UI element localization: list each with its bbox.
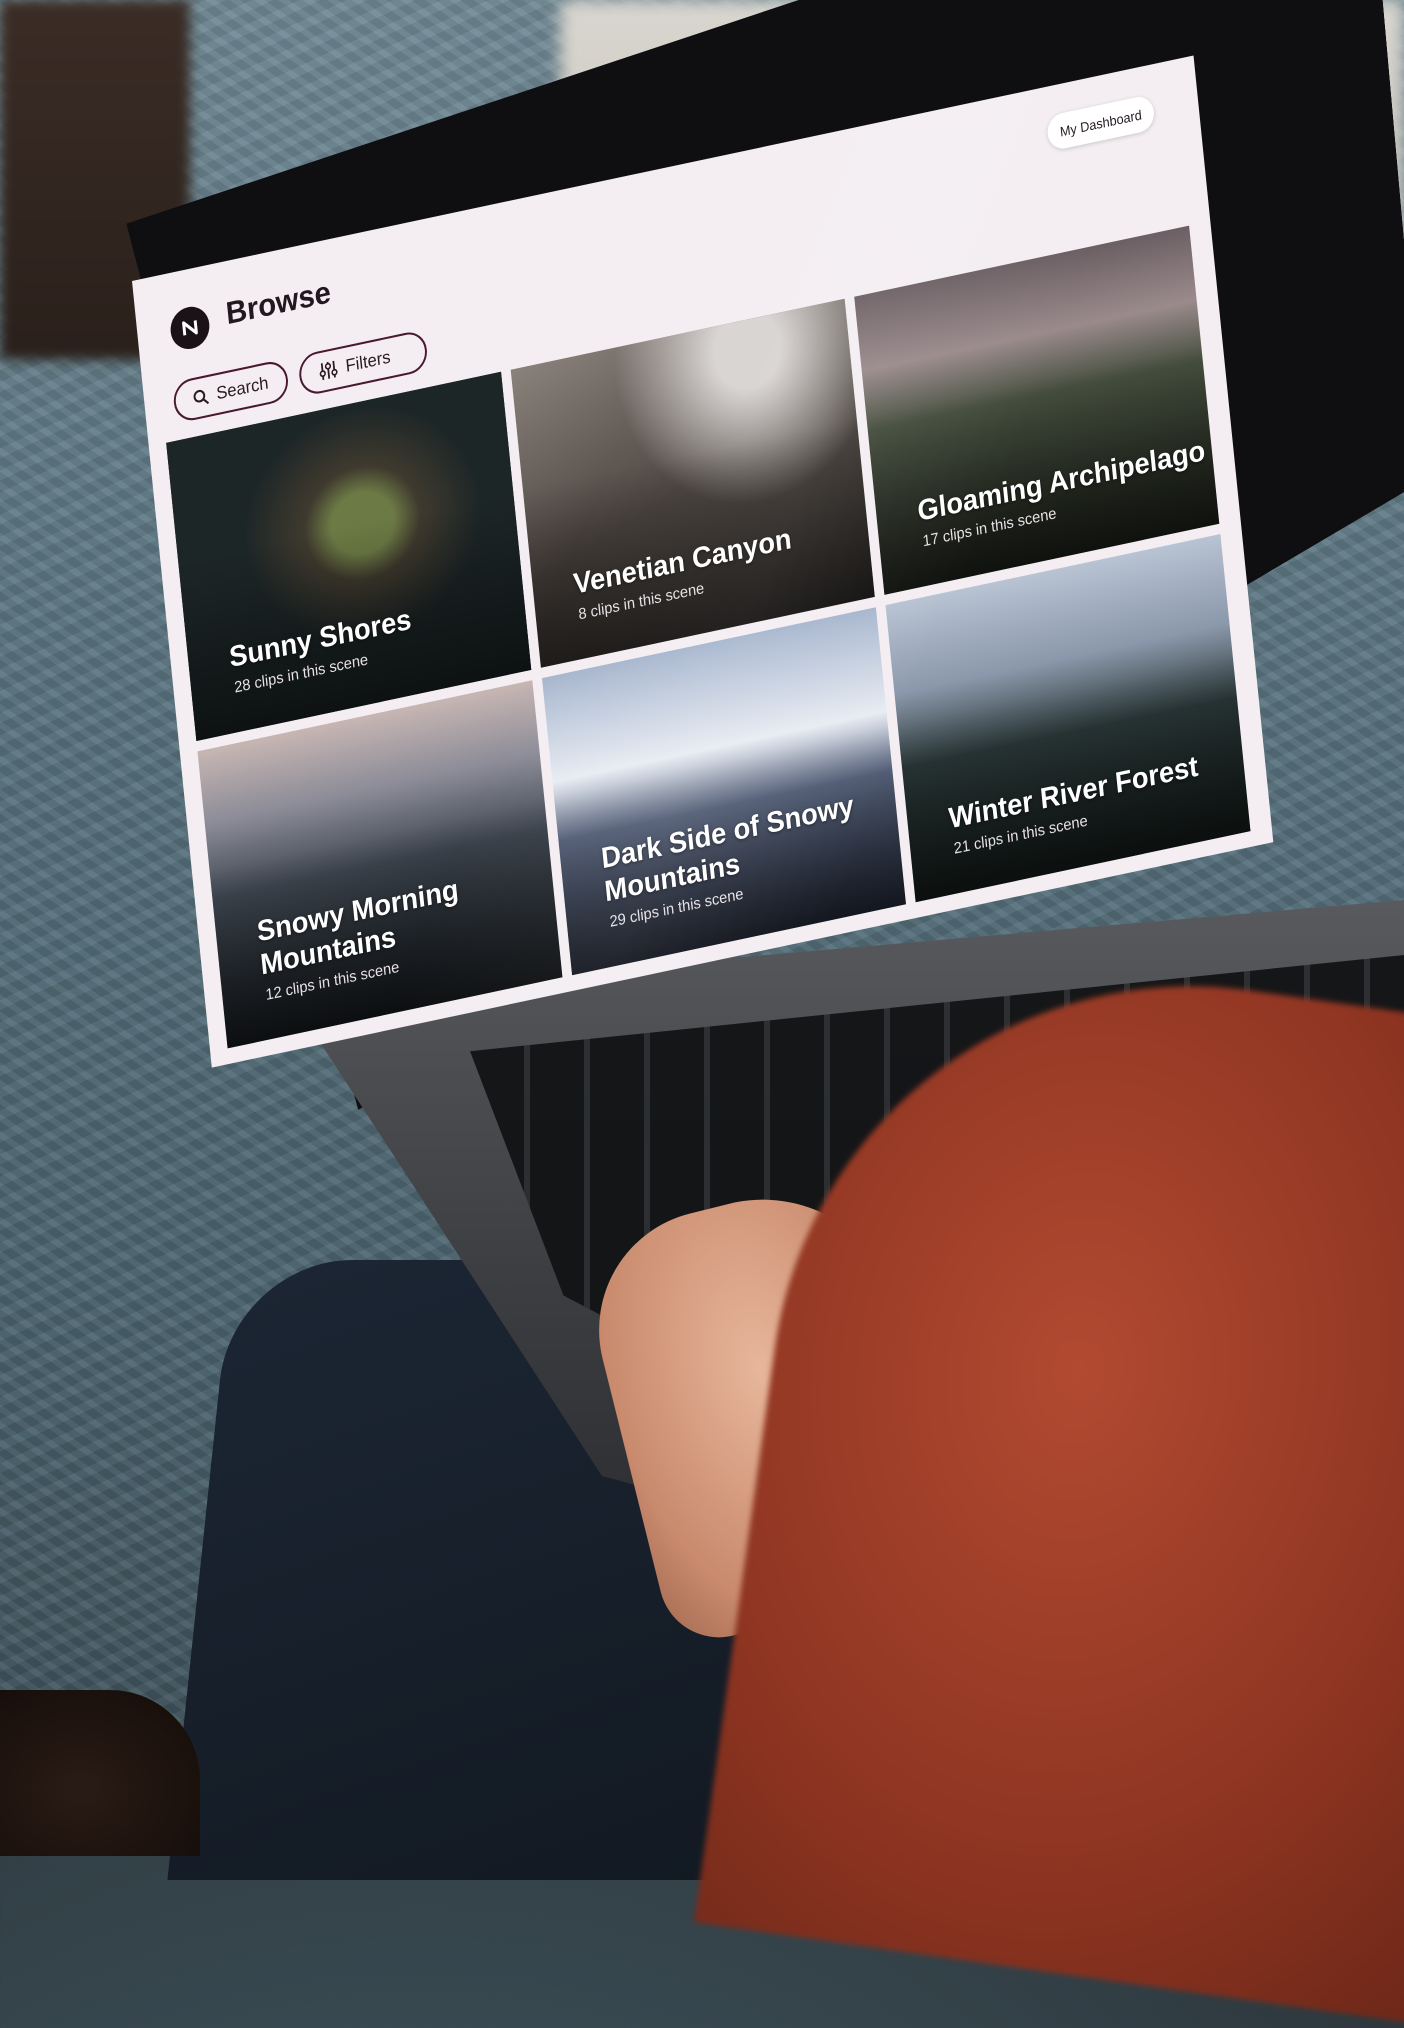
card-shade <box>854 225 1220 595</box>
card-shade <box>885 533 1251 903</box>
card-shade <box>166 371 531 741</box>
logo-glyph-icon <box>182 320 198 336</box>
sliders-icon <box>319 360 338 381</box>
scene-card-sunny-shores[interactable]: Sunny Shores 28 clips in this scene <box>166 371 531 741</box>
shoe <box>0 1690 200 1856</box>
page-title: Browse <box>224 275 333 332</box>
my-dashboard-button[interactable]: My Dashboard <box>1045 93 1156 152</box>
search-label: Search <box>215 372 270 404</box>
scene-card-winter-river-forest[interactable]: Winter River Forest 21 clips in this sce… <box>885 533 1251 903</box>
filters-label: Filters <box>344 346 392 377</box>
card-shade <box>510 298 876 668</box>
scene-card-snowy-morning-mountains[interactable]: Snowy Morning Mountains 12 clips in this… <box>197 679 563 1049</box>
scene-card-gloaming-archipelago[interactable]: Gloaming Archipelago 17 clips in this sc… <box>854 225 1220 595</box>
search-button[interactable]: Search <box>171 358 290 424</box>
scene-card-dark-side-of-snowy-mountains[interactable]: Dark Side of Snowy Mountains 29 clips in… <box>541 606 907 976</box>
search-icon <box>193 389 210 405</box>
filters-button[interactable]: Filters <box>297 328 429 398</box>
scene-card-venetian-canyon[interactable]: Venetian Canyon 8 clips in this scene <box>510 298 876 668</box>
brand-logo-icon[interactable] <box>168 303 212 353</box>
